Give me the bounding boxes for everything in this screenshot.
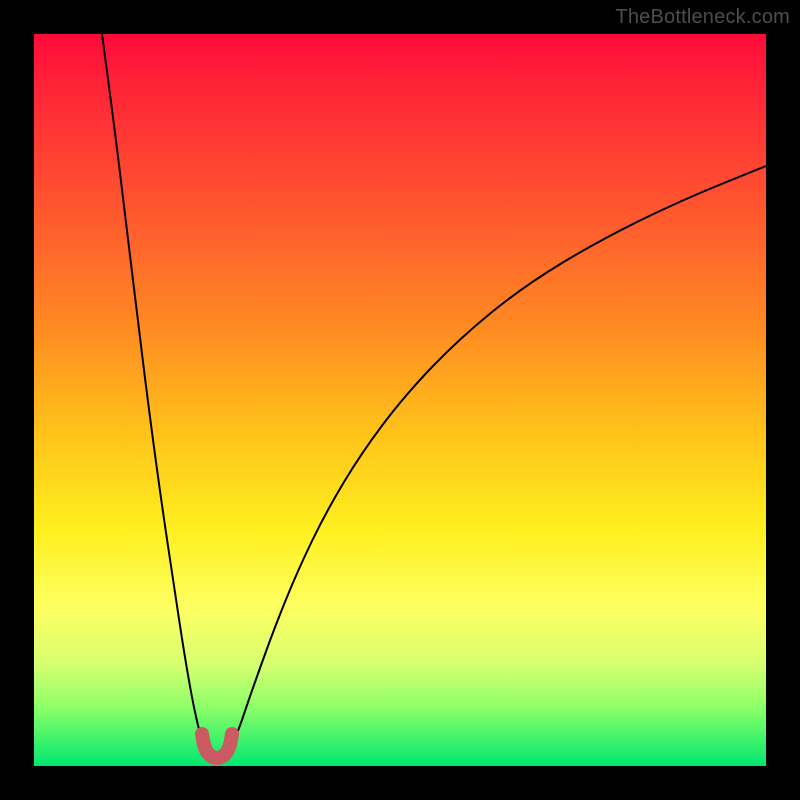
curve-right-branch <box>230 166 766 748</box>
curve-left-branch <box>102 34 206 748</box>
chart-frame: TheBottleneck.com <box>0 0 800 800</box>
plot-area <box>34 34 766 766</box>
curve-layer <box>34 34 766 766</box>
valley-marker <box>202 734 232 758</box>
watermark-text: TheBottleneck.com <box>615 6 790 29</box>
